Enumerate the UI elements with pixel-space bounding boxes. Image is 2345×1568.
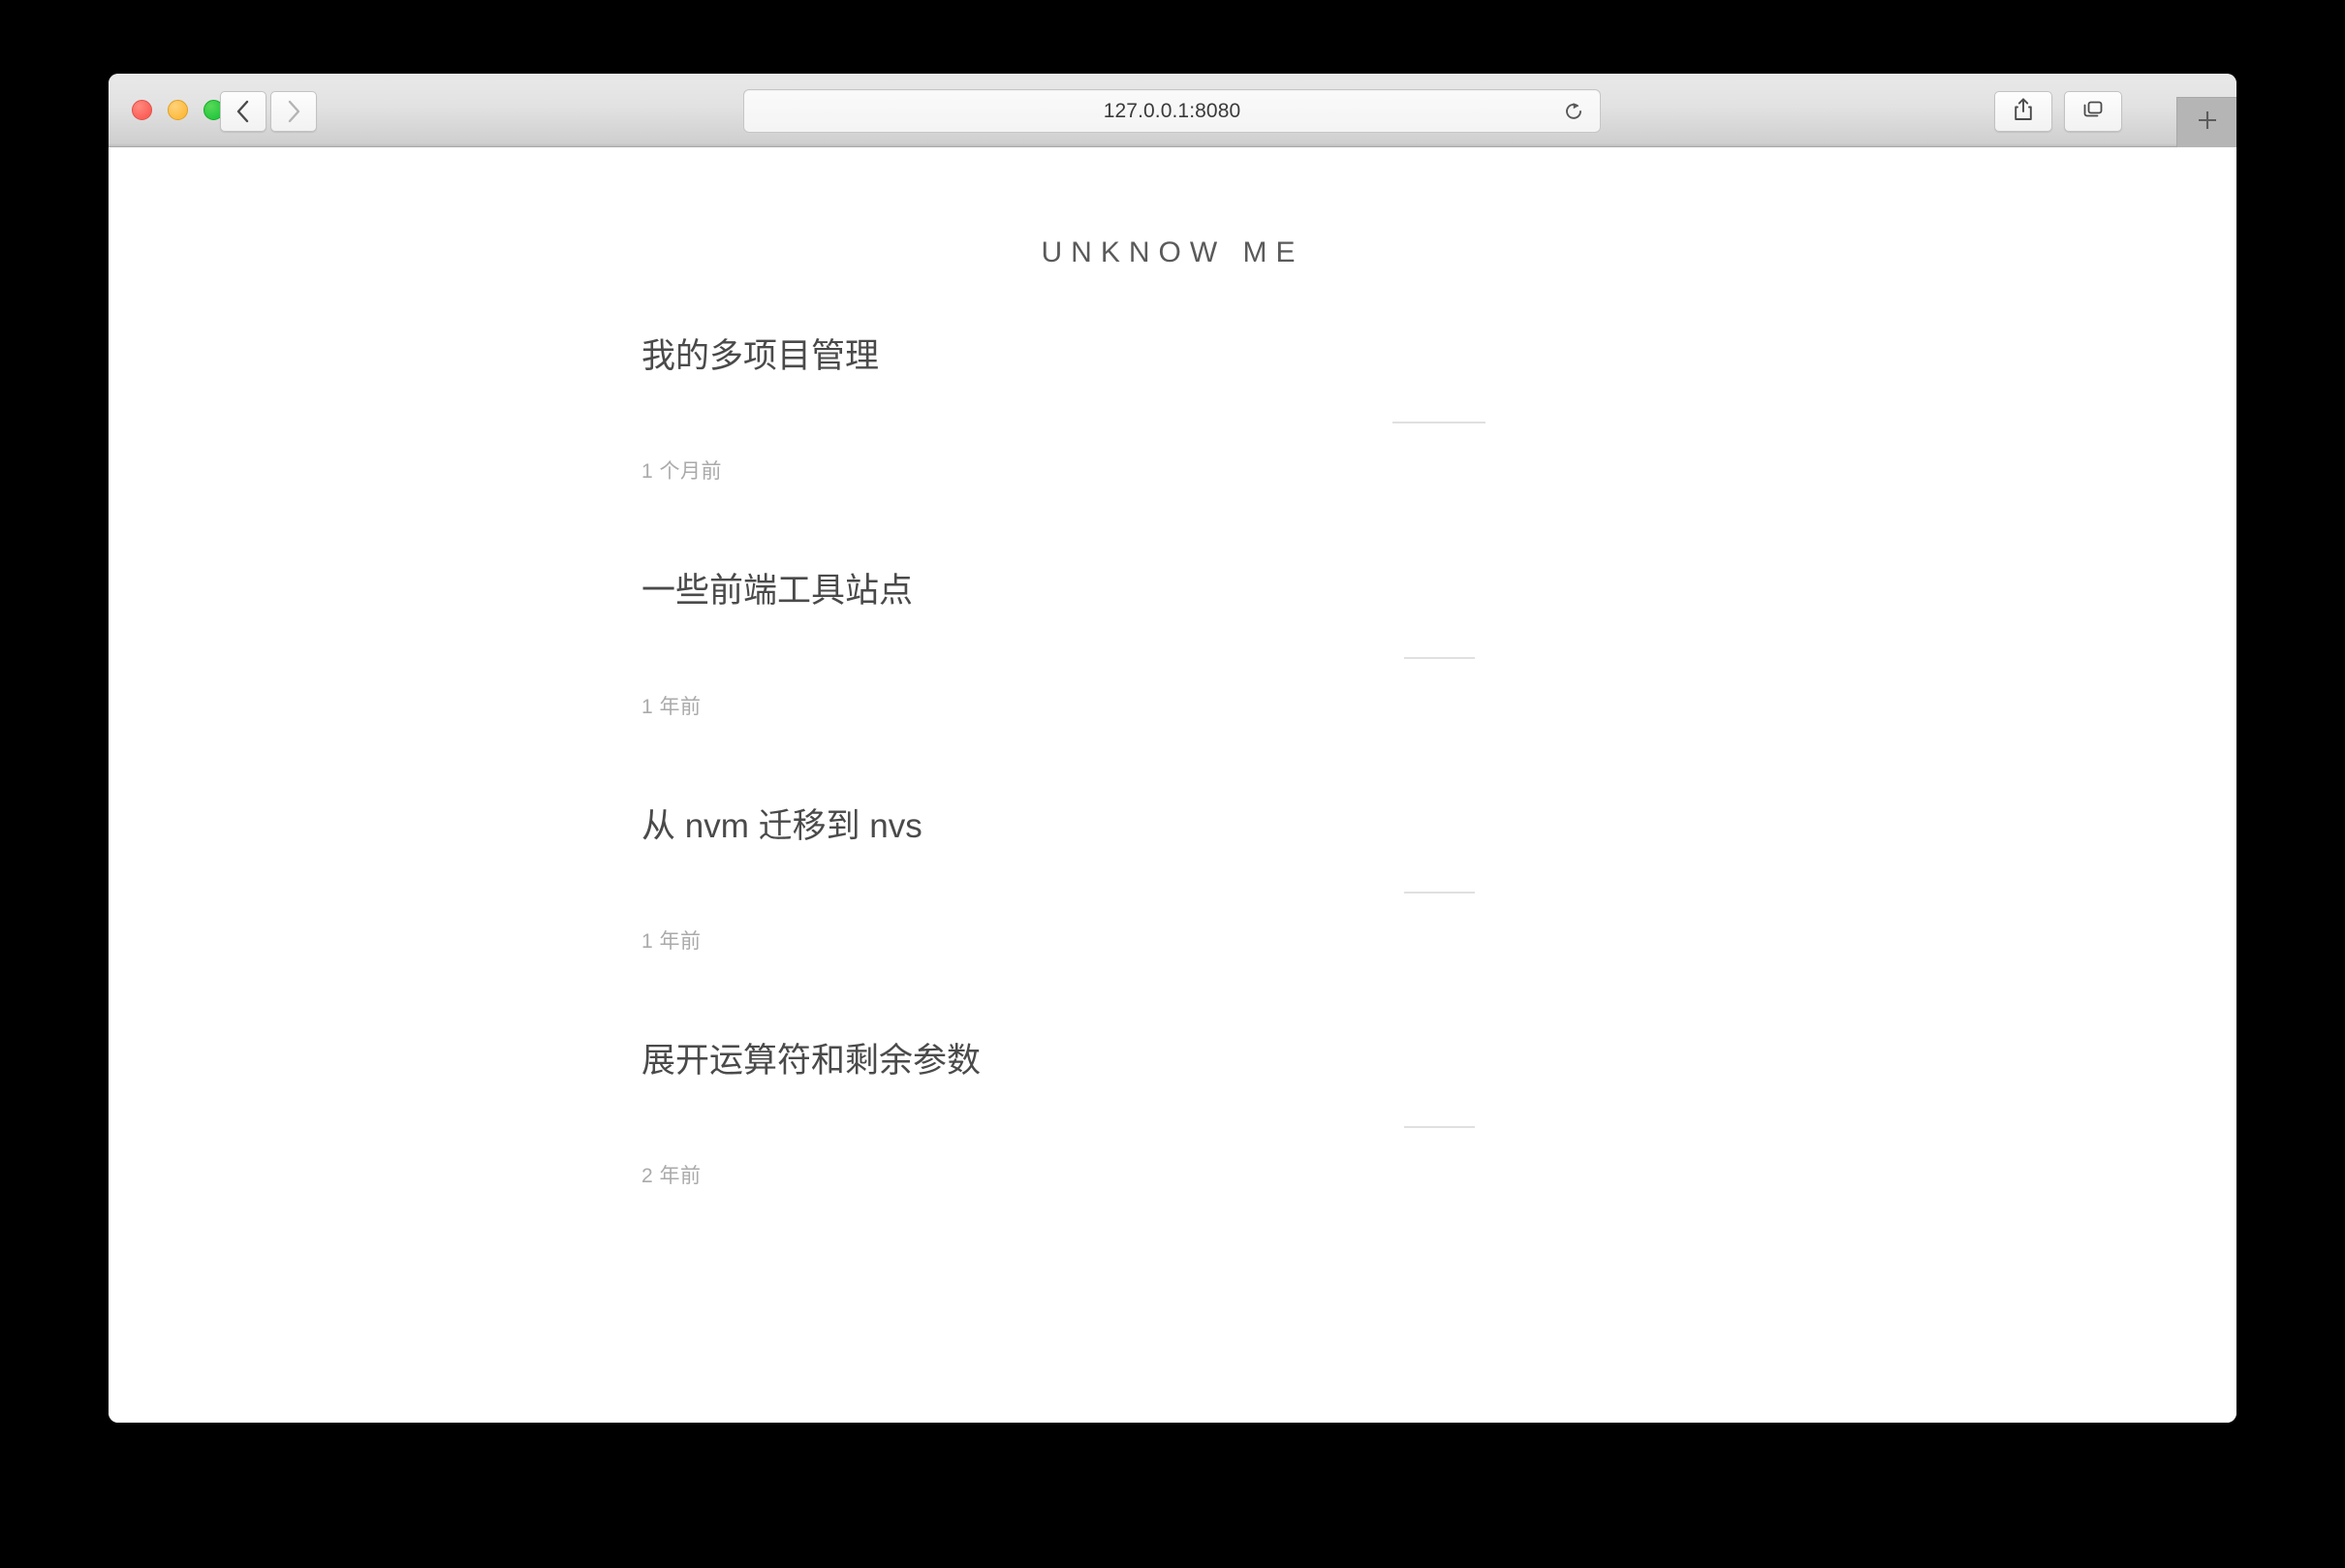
forward-button[interactable] xyxy=(270,91,317,132)
reload-icon[interactable] xyxy=(1561,99,1586,124)
browser-window: 127.0.0.1:8080 UNKNOW ME 我的多项目管理 1 个月前 一… xyxy=(109,74,2236,1423)
site-title: UNKNOW ME xyxy=(1041,236,1304,268)
post-divider xyxy=(1403,1126,1475,1128)
chevron-right-icon xyxy=(285,99,302,124)
share-icon xyxy=(2012,97,2035,127)
post-date: 1 年前 xyxy=(641,929,702,953)
post-list-item[interactable]: 我的多项目管理 1 个月前 xyxy=(109,333,2236,485)
post-date: 2 年前 xyxy=(641,1165,702,1187)
post-title[interactable]: 展开运算符和剩余参数 xyxy=(641,1038,2236,1083)
post-divider xyxy=(1403,891,1475,894)
address-bar[interactable]: 127.0.0.1:8080 xyxy=(743,89,1601,133)
browser-toolbar: 127.0.0.1:8080 xyxy=(109,74,2236,147)
traffic-lights xyxy=(132,100,224,120)
post-date: 1 年前 xyxy=(641,695,702,718)
post-list: 我的多项目管理 1 个月前 一些前端工具站点 1 年前 从 nvm 迁移到 nv… xyxy=(109,269,2236,1189)
post-title[interactable]: 从 nvm 迁移到 nvs xyxy=(641,803,2236,849)
tabs-icon xyxy=(2080,98,2106,126)
chevron-left-icon xyxy=(234,99,252,124)
navigation-buttons xyxy=(220,91,317,132)
post-list-item[interactable]: 一些前端工具站点 1 年前 xyxy=(109,568,2236,719)
post-list-item[interactable]: 展开运算符和剩余参数 2 年前 xyxy=(109,1038,2236,1189)
minimize-window-button[interactable] xyxy=(168,100,188,120)
toolbar-actions xyxy=(1994,91,2122,132)
post-list-item[interactable]: 从 nvm 迁移到 nvs 1 年前 xyxy=(109,803,2236,955)
post-divider xyxy=(1403,656,1475,659)
tabs-overview-button[interactable] xyxy=(2064,91,2122,132)
share-button[interactable] xyxy=(1994,91,2052,132)
back-button[interactable] xyxy=(220,91,266,132)
plus-icon xyxy=(2195,108,2220,138)
post-divider xyxy=(1392,422,1485,424)
address-bar-url: 127.0.0.1:8080 xyxy=(1103,99,1241,122)
page-content: UNKNOW ME 我的多项目管理 1 个月前 一些前端工具站点 1 年前 从 … xyxy=(109,147,2236,1423)
new-tab-button[interactable] xyxy=(2176,97,2236,147)
post-date: 1 个月前 xyxy=(641,460,723,484)
post-title[interactable]: 一些前端工具站点 xyxy=(641,568,2236,613)
close-window-button[interactable] xyxy=(132,100,152,120)
post-title[interactable]: 我的多项目管理 xyxy=(641,333,2236,379)
